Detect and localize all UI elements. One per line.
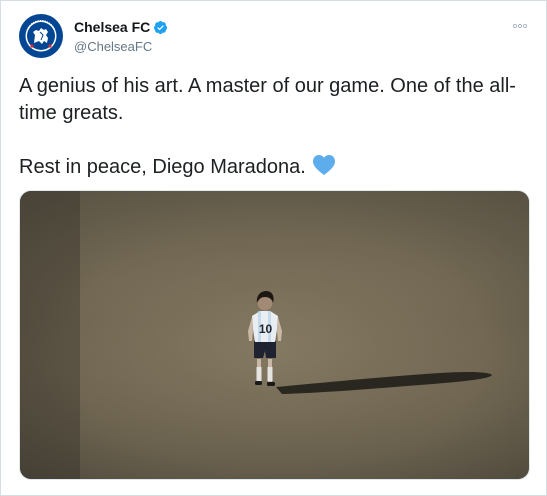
display-name[interactable]: Chelsea FC — [74, 19, 150, 36]
tweet-text: A genius of his art. A master of our gam… — [19, 73, 524, 181]
verified-badge-icon — [153, 20, 168, 35]
tweet-photo[interactable]: 10 — [19, 190, 530, 480]
more-options-button[interactable] — [510, 19, 530, 33]
blue-heart-icon — [312, 154, 336, 176]
account-handle[interactable]: @ChelseaFC — [74, 39, 168, 55]
more-options-icon — [513, 23, 527, 29]
tweet-text-line-2: Rest in peace, Diego Maradona. — [19, 154, 524, 181]
account-names: Chelsea FC @ChelseaFC — [74, 19, 168, 55]
tweet-header: Chelsea FC @ChelseaFC — [18, 13, 530, 59]
tweet-card: Chelsea FC @ChelseaFC A genius of his ar… — [0, 0, 547, 496]
tweet-text-line-1: A genius of his art. A master of our gam… — [19, 75, 516, 124]
chelsea-crest-icon[interactable] — [18, 13, 64, 59]
player-number: 10 — [259, 322, 273, 336]
tweet-text-line-2-text: Rest in peace, Diego Maradona. — [19, 156, 306, 178]
